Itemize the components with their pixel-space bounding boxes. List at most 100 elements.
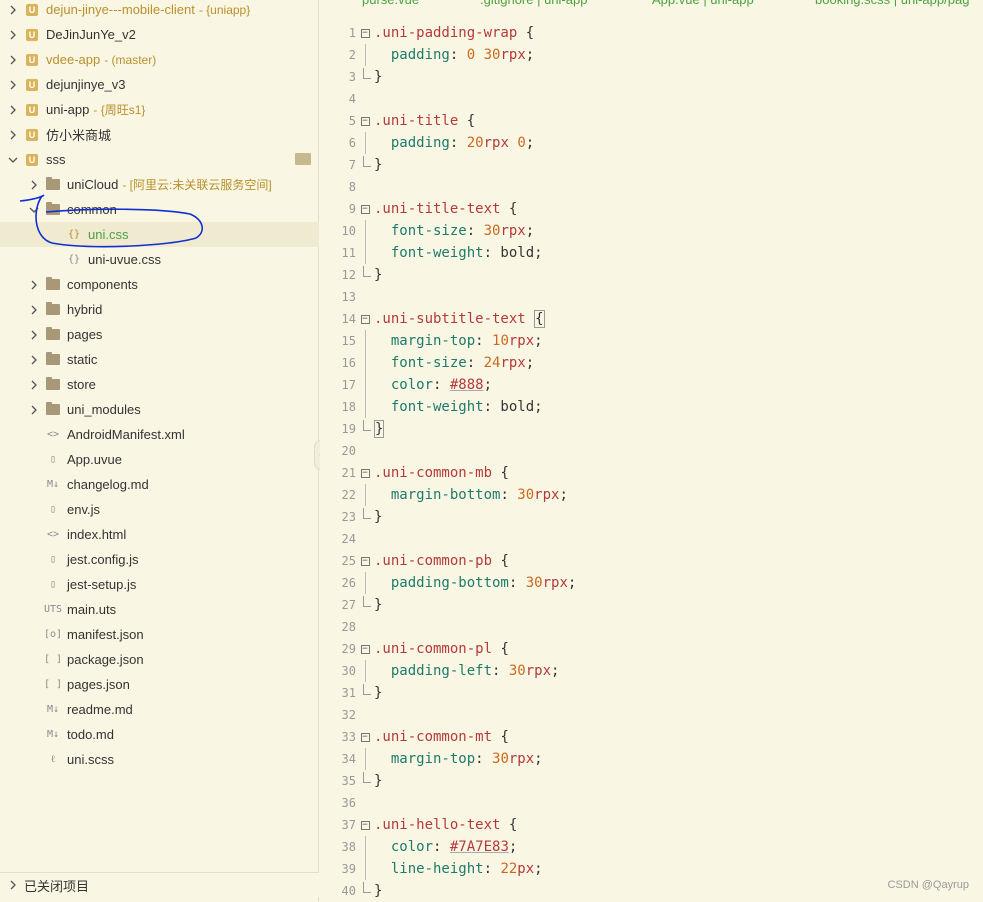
closed-projects-row[interactable]: 已关闭项目 bbox=[0, 872, 319, 897]
code-line[interactable]: 23} bbox=[320, 506, 983, 528]
code-line[interactable]: 7} bbox=[320, 154, 983, 176]
code-line[interactable]: 14− .uni-subtitle-text { bbox=[320, 308, 983, 330]
tree-item[interactable]: ▯ env.js bbox=[0, 497, 319, 522]
tree-item[interactable]: store bbox=[0, 372, 319, 397]
fold-toggle-icon[interactable]: − bbox=[360, 644, 370, 654]
fold-toggle-icon[interactable]: − bbox=[360, 468, 370, 478]
code-line[interactable]: 6 padding: 20rpx 0; bbox=[320, 132, 983, 154]
code-line[interactable]: 24 bbox=[320, 528, 983, 550]
editor-tab[interactable]: App.vue | uni-app bbox=[652, 0, 754, 7]
tree-item[interactable]: ▯ jest.config.js bbox=[0, 547, 319, 572]
code-line[interactable]: 12} bbox=[320, 264, 983, 286]
code-line[interactable]: 15 margin-top: 10rpx; bbox=[320, 330, 983, 352]
fold-gutter[interactable]: − bbox=[356, 732, 374, 742]
code-line[interactable]: 5− .uni-title { bbox=[320, 110, 983, 132]
fold-toggle-icon[interactable]: − bbox=[360, 314, 370, 324]
tree-item[interactable]: static bbox=[0, 347, 319, 372]
code-line[interactable]: 10 font-size: 30rpx; bbox=[320, 220, 983, 242]
tree-item[interactable]: M↓ changelog.md bbox=[0, 472, 319, 497]
chevron-right-icon[interactable] bbox=[27, 403, 41, 417]
fold-gutter[interactable]: − bbox=[356, 116, 374, 126]
tree-item[interactable]: [ ] pages.json bbox=[0, 672, 319, 697]
code-line[interactable]: 33− .uni-common-mt { bbox=[320, 726, 983, 748]
fold-toggle-icon[interactable]: − bbox=[360, 820, 370, 830]
code-line[interactable]: 11 font-weight: bold; bbox=[320, 242, 983, 264]
tree-item[interactable]: pages bbox=[0, 322, 319, 347]
tree-item[interactable]: ▯ jest-setup.js bbox=[0, 572, 319, 597]
code-line[interactable]: 9− .uni-title-text { bbox=[320, 198, 983, 220]
chevron-down-icon[interactable] bbox=[27, 203, 41, 217]
tree-item[interactable]: Udejun-jinye---mobile-client - {uniapp} bbox=[0, 0, 319, 22]
code-line[interactable]: 8 bbox=[320, 176, 983, 198]
chevron-right-icon[interactable] bbox=[6, 103, 20, 117]
chevron-down-icon[interactable] bbox=[6, 153, 20, 167]
code-line[interactable]: 21− .uni-common-mb { bbox=[320, 462, 983, 484]
chevron-right-icon[interactable] bbox=[6, 128, 20, 142]
fold-gutter[interactable]: − bbox=[356, 556, 374, 566]
fold-toggle-icon[interactable]: − bbox=[360, 204, 370, 214]
code-line[interactable]: 30 padding-left: 30rpx; bbox=[320, 660, 983, 682]
fold-toggle-icon[interactable]: − bbox=[360, 116, 370, 126]
tree-item[interactable]: U DeJinJunYe_v2 bbox=[0, 22, 319, 47]
tree-item[interactable]: {} uni-uvue.css bbox=[0, 247, 319, 272]
tree-item[interactable]: [o] manifest.json bbox=[0, 622, 319, 647]
code-line[interactable]: 20 bbox=[320, 440, 983, 462]
tree-item[interactable]: uni_modules bbox=[0, 397, 319, 422]
code-line[interactable]: 36 bbox=[320, 792, 983, 814]
chevron-right-icon[interactable] bbox=[6, 53, 20, 67]
fold-gutter[interactable]: − bbox=[356, 644, 374, 654]
tree-item[interactable]: <> AndroidManifest.xml bbox=[0, 422, 319, 447]
tree-item[interactable]: hybrid bbox=[0, 297, 319, 322]
chevron-right-icon[interactable] bbox=[6, 3, 20, 17]
code-line[interactable]: 28 bbox=[320, 616, 983, 638]
tree-item[interactable]: Uvdee-app - (master) bbox=[0, 47, 319, 72]
tree-item[interactable]: Usss bbox=[0, 147, 319, 172]
open-folder-icon[interactable] bbox=[295, 153, 311, 165]
code-editor[interactable]: purse.vue .gitignore | uni-app App.vue | u… bbox=[320, 0, 983, 902]
chevron-right-icon[interactable] bbox=[27, 178, 41, 192]
fold-toggle-icon[interactable]: − bbox=[360, 732, 370, 742]
chevron-right-icon[interactable] bbox=[27, 353, 41, 367]
code-line[interactable]: 34 margin-top: 30rpx; bbox=[320, 748, 983, 770]
code-line[interactable]: 39 line-height: 22px; bbox=[320, 858, 983, 880]
editor-tab[interactable]: .gitignore | uni-app bbox=[480, 0, 587, 7]
chevron-right-icon[interactable] bbox=[27, 278, 41, 292]
fold-gutter[interactable]: − bbox=[356, 468, 374, 478]
code-line[interactable]: 37− .uni-hello-text { bbox=[320, 814, 983, 836]
code-line[interactable]: 29− .uni-common-pl { bbox=[320, 638, 983, 660]
fold-gutter[interactable]: − bbox=[356, 820, 374, 830]
fold-gutter[interactable]: − bbox=[356, 204, 374, 214]
fold-toggle-icon[interactable]: − bbox=[360, 28, 370, 38]
fold-gutter[interactable]: − bbox=[356, 314, 374, 324]
code-line[interactable]: 22 margin-bottom: 30rpx; bbox=[320, 484, 983, 506]
chevron-right-icon[interactable] bbox=[6, 78, 20, 92]
chevron-right-icon[interactable] bbox=[27, 328, 41, 342]
code-line[interactable]: 19} bbox=[320, 418, 983, 440]
tree-item[interactable]: UTS main.uts bbox=[0, 597, 319, 622]
editor-tab[interactable]: purse.vue bbox=[362, 0, 419, 7]
tree-item[interactable]: <> index.html bbox=[0, 522, 319, 547]
code-line[interactable]: 32 bbox=[320, 704, 983, 726]
tree-item[interactable]: Uuni-app - {周旺s1} bbox=[0, 97, 319, 122]
code-line[interactable]: 25− .uni-common-pb { bbox=[320, 550, 983, 572]
tree-item[interactable]: ℓ uni.scss bbox=[0, 747, 319, 772]
code-line[interactable]: 38 color: #7A7E83; bbox=[320, 836, 983, 858]
tree-item[interactable]: Udejunjinye_v3 bbox=[0, 72, 319, 97]
code-line[interactable]: 2 padding: 0 30rpx; bbox=[320, 44, 983, 66]
chevron-right-icon[interactable] bbox=[27, 303, 41, 317]
chevron-right-icon[interactable] bbox=[6, 28, 20, 42]
code-line[interactable]: 27} bbox=[320, 594, 983, 616]
tree-item[interactable]: uniCloud - [阿里云:未关联云服务空间] bbox=[0, 172, 319, 197]
code-line[interactable]: 40} bbox=[320, 880, 983, 902]
fold-toggle-icon[interactable]: − bbox=[360, 556, 370, 566]
editor-tab[interactable]: booking.scss | uni-app/pag bbox=[815, 0, 969, 7]
code-line[interactable]: 31} bbox=[320, 682, 983, 704]
code-line[interactable]: 1− .uni-padding-wrap { bbox=[320, 22, 983, 44]
tree-item[interactable]: ▯ App.uvue bbox=[0, 447, 319, 472]
code-line[interactable]: 18 font-weight: bold; bbox=[320, 396, 983, 418]
chevron-right-icon[interactable] bbox=[27, 378, 41, 392]
tree-item[interactable]: {} uni.css bbox=[0, 222, 319, 247]
code-line[interactable]: 4 bbox=[320, 88, 983, 110]
fold-gutter[interactable]: − bbox=[356, 28, 374, 38]
tree-item[interactable]: M↓ todo.md bbox=[0, 722, 319, 747]
